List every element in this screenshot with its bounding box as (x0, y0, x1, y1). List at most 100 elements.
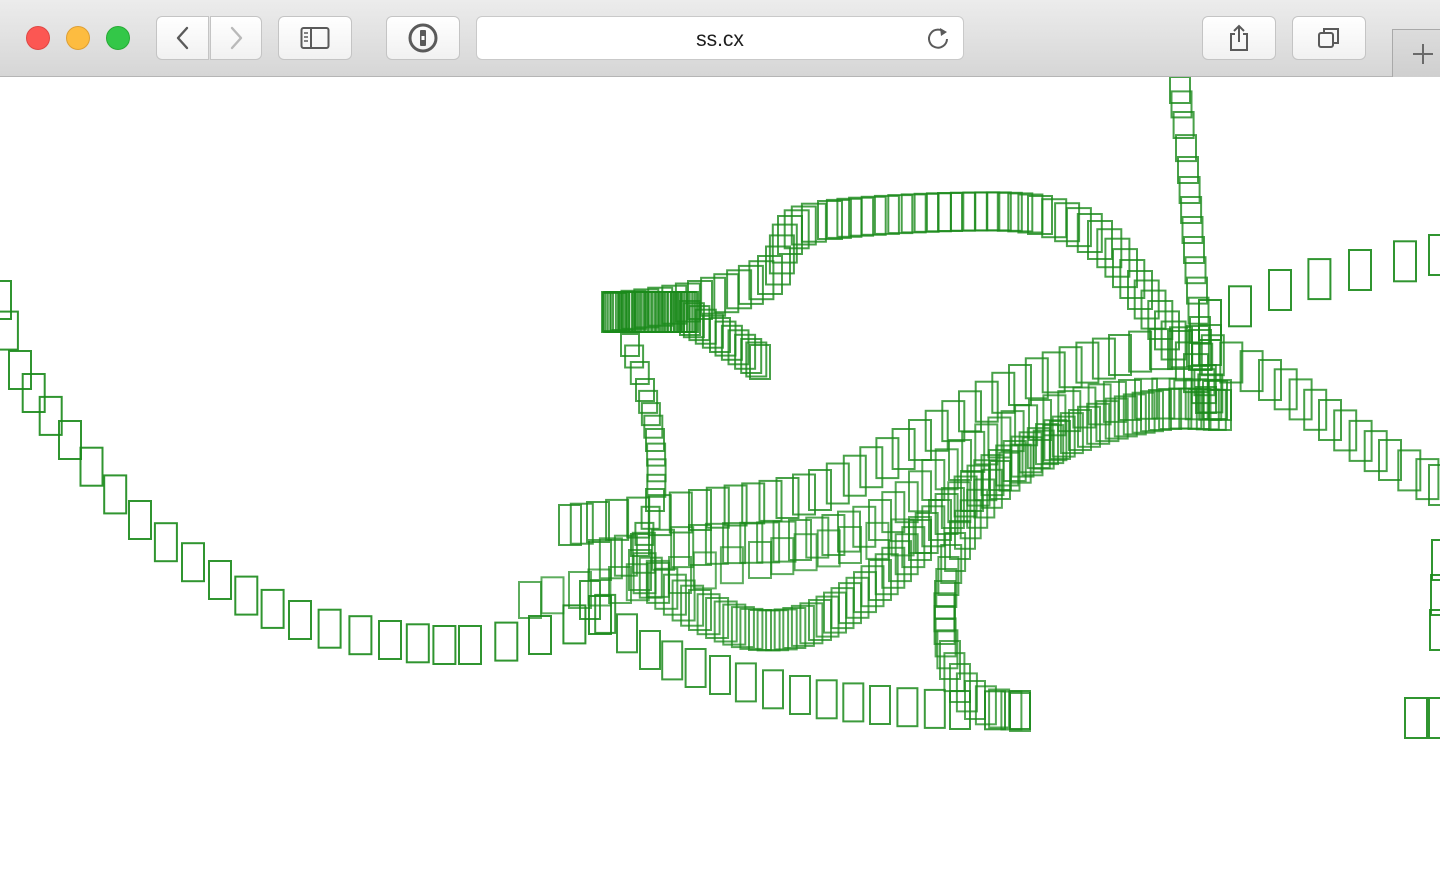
trail-rectangle (859, 446, 884, 489)
address-bar[interactable]: ss.cx (476, 16, 964, 60)
trail-rectangle (908, 419, 932, 461)
sidebar-icon (300, 27, 330, 49)
trail-rectangle (1009, 692, 1031, 732)
trail-rectangle (639, 630, 661, 670)
trail-rectangle (540, 576, 565, 615)
trail-rectangle (792, 473, 816, 516)
trail-rectangle (741, 482, 766, 525)
trail-rectangle (974, 380, 999, 423)
sidebar-toggle-button[interactable] (278, 16, 352, 60)
share-button[interactable] (1202, 16, 1276, 60)
trail-rectangle (348, 615, 373, 656)
trail-rectangle (1075, 341, 1100, 384)
trail-rectangle (528, 615, 552, 655)
trail-rectangle (842, 454, 867, 497)
plus-icon (1412, 43, 1433, 64)
trail-rectangle (1178, 176, 1201, 204)
trail-rectangle (1181, 216, 1204, 244)
trail-rectangle (1303, 388, 1328, 431)
trail-rectangle (739, 607, 764, 650)
trail-rectangle (941, 400, 966, 443)
trail-rectangle (837, 510, 861, 553)
minimize-window-button[interactable] (66, 26, 90, 50)
trail-rectangle (518, 581, 542, 619)
trail-rectangle (873, 194, 900, 235)
trail-rectangle (562, 604, 587, 645)
rectangle-trail-animation (0, 77, 1440, 739)
trail-rectangle (943, 652, 966, 693)
trail-rectangle (756, 609, 781, 652)
trail-rectangle (1273, 368, 1298, 411)
trail-rectangle (646, 473, 667, 498)
trail-rectangle (1042, 394, 1067, 437)
trail-rectangle (8, 350, 32, 390)
maximize-window-button[interactable] (106, 26, 130, 50)
trail-rectangle (782, 607, 807, 649)
trail-rectangle (1348, 249, 1372, 291)
trail-rectangle (934, 617, 957, 658)
trail-rectangle (896, 687, 919, 728)
trail-rectangle (1307, 258, 1332, 301)
trail-rectangle (260, 588, 285, 629)
tab-overview-icon (1318, 28, 1339, 48)
reload-icon[interactable] (925, 25, 951, 51)
trail-rectangle (1428, 234, 1440, 276)
trail-rectangle (661, 640, 684, 681)
trail-rectangle (772, 520, 797, 563)
password-manager-icon (408, 23, 438, 53)
trail-rectangle (79, 446, 104, 487)
web-page-content[interactable] (0, 77, 1440, 878)
browser-window: ss.cx (0, 0, 1440, 878)
trail-rectangle (692, 551, 717, 590)
trail-rectangle (891, 428, 916, 470)
trail-rectangle (1169, 77, 1191, 104)
trail-rectangle (1288, 378, 1313, 421)
trail-rectangle (823, 591, 847, 634)
trail-rectangle (1104, 237, 1131, 278)
trail-rectangle (709, 655, 731, 695)
close-window-button[interactable] (26, 26, 50, 50)
back-button[interactable] (156, 16, 209, 60)
trail-rectangle (288, 600, 312, 640)
trail-rectangle (1428, 697, 1440, 739)
trail-rectangle (696, 593, 721, 636)
trail-rectangle (988, 688, 1011, 729)
trail-rectangle (1009, 690, 1031, 730)
trail-rectangle (815, 679, 838, 720)
tab-overview-button[interactable] (1292, 16, 1366, 60)
trail-rectangle (762, 669, 784, 710)
chevron-left-icon (176, 26, 188, 50)
trail-rectangle (317, 608, 342, 649)
trail-rectangle (684, 648, 707, 688)
trail-rectangle (821, 514, 846, 556)
trail-rectangle (825, 198, 852, 239)
new-tab-button[interactable] (1392, 29, 1440, 77)
trail-rectangle (629, 361, 650, 385)
password-manager-button[interactable] (386, 16, 460, 60)
trail-rectangle (0, 280, 12, 320)
trail-rectangle (128, 500, 152, 540)
trail-rectangle (21, 373, 46, 413)
trail-rectangle (0, 310, 19, 351)
trail-rectangle (842, 682, 865, 723)
trail-rectangle (688, 589, 712, 631)
trail-rectangle (103, 474, 128, 515)
trail-rectangle (789, 675, 811, 715)
trail-rectangle (773, 608, 798, 651)
trail-rectangle (923, 688, 946, 729)
trail-rectangle (153, 522, 178, 563)
trail-rectangle (1318, 399, 1342, 441)
trail-rectangle (1363, 430, 1388, 473)
trail-rectangle (1228, 285, 1252, 328)
trail-rectangle (881, 491, 906, 534)
trail-rectangle (748, 609, 772, 651)
forward-button[interactable] (210, 16, 262, 60)
trail-rectangle (722, 522, 747, 565)
trail-rectangle (405, 623, 430, 664)
trail-rectangle (775, 477, 800, 519)
share-icon (1230, 24, 1248, 51)
trail-rectangle (949, 690, 971, 730)
trail-rectangle (765, 609, 790, 652)
trail-rectangle (594, 593, 617, 634)
trail-rectangle (1184, 256, 1207, 285)
